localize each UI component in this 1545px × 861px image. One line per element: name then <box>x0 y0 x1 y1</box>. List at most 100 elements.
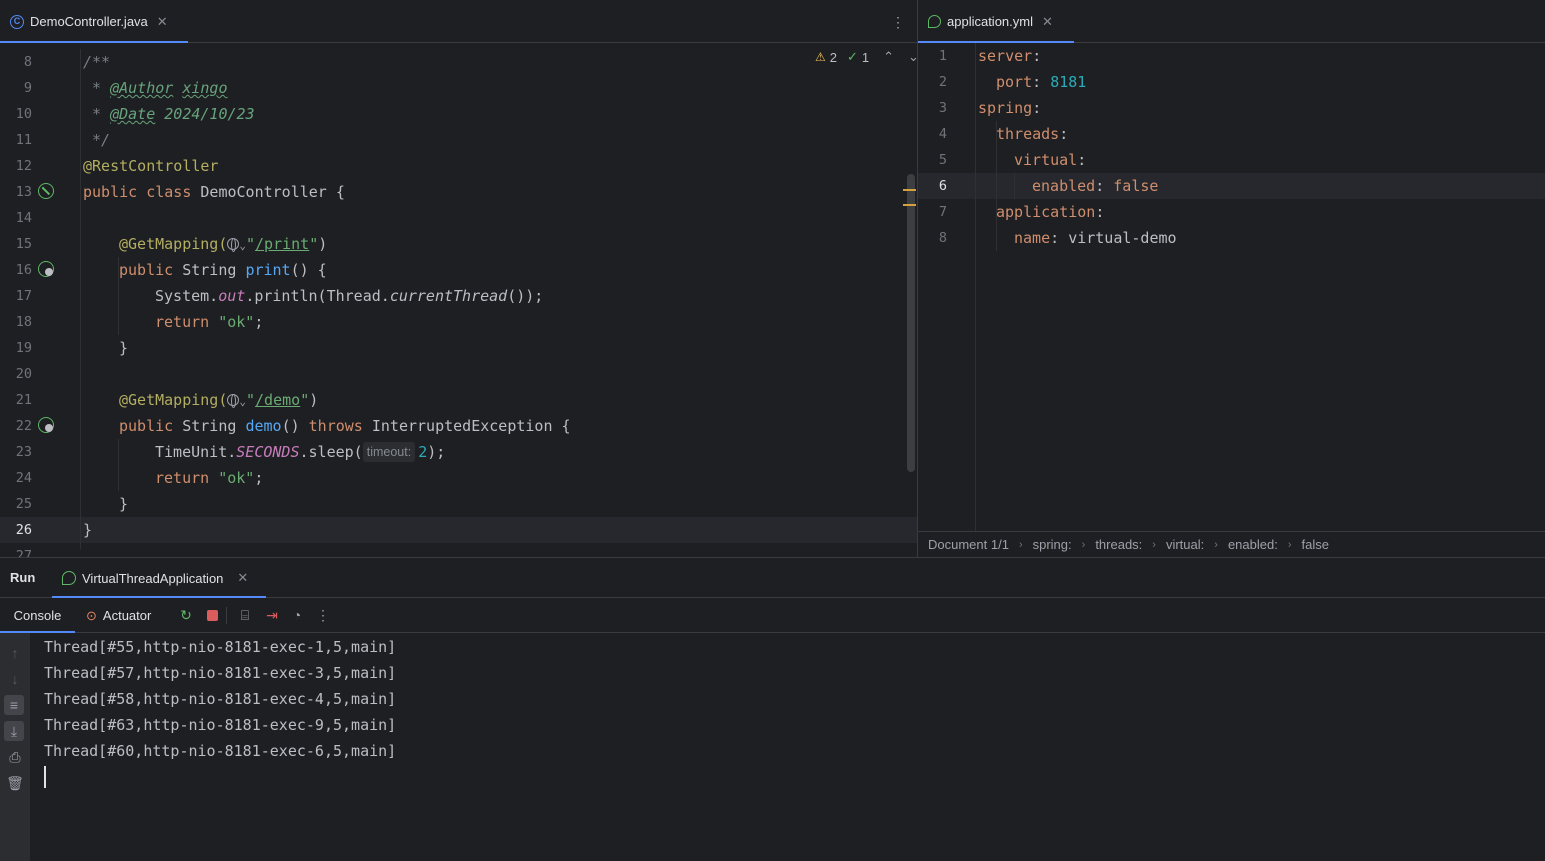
url-path[interactable]: /demo <box>255 391 300 409</box>
line-number[interactable]: 15 <box>0 231 32 257</box>
url-path[interactable]: /print <box>255 235 309 253</box>
line-number[interactable]: 21 <box>0 387 32 413</box>
yaml-value: 8181 <box>1050 73 1087 91</box>
line-number[interactable]: 4 <box>918 121 947 147</box>
line-number[interactable]: 3 <box>918 95 947 121</box>
line-number[interactable]: 12 <box>0 153 32 179</box>
yaml-line[interactable]: server: <box>978 43 1041 69</box>
speedometer-icon[interactable]: ◔ <box>287 605 307 625</box>
breadcrumb-item[interactable]: Document 1/1 <box>928 537 1009 552</box>
line-number[interactable]: 13 <box>0 179 32 205</box>
yaml-line[interactable]: application: <box>996 199 1104 225</box>
line-number[interactable]: 22 <box>0 413 32 439</box>
soft-wrap-icon[interactable]: ≡ <box>4 695 24 715</box>
scroll-to-end-icon[interactable]: ⤓ <box>4 721 24 741</box>
tab-application-yml[interactable]: application.yml ✕ <box>918 0 1074 43</box>
tab-democontroller[interactable]: C DemoController.java ✕ <box>0 0 188 43</box>
line-number[interactable]: 18 <box>0 309 32 335</box>
exit-icon[interactable]: ⇥ <box>262 605 282 625</box>
code-line-10[interactable]: * @Date 2024/10/23 <box>83 101 255 127</box>
code-line-24[interactable]: return "ok"; <box>155 465 263 491</box>
print-icon[interactable]: ⎙ <box>5 747 25 767</box>
yaml-line[interactable]: virtual: <box>1014 147 1086 173</box>
breadcrumb-item[interactable]: enabled: <box>1228 537 1278 552</box>
line-number[interactable]: 9 <box>0 75 32 101</box>
globe-icon[interactable] <box>227 394 240 408</box>
camera-icon[interactable]: ⌸ <box>235 605 255 625</box>
line-number[interactable]: 2 <box>918 69 947 95</box>
line-number[interactable]: 7 <box>918 199 947 225</box>
java-editor[interactable]: C DemoController.java ✕ ⋮ ⚠ 2 ✓ 1 ⌃ ⌄ 89… <box>0 0 917 557</box>
request-mapping-icon[interactable] <box>38 417 54 433</box>
spring-bean-icon[interactable] <box>38 183 54 199</box>
code-line-16[interactable]: public String print() { <box>119 257 327 283</box>
line-number[interactable]: 14 <box>0 205 32 231</box>
code-line-13[interactable]: public class DemoController { <box>83 179 345 205</box>
spring-config-icon <box>928 15 941 28</box>
code-line-23[interactable]: TimeUnit.SECONDS.sleep(timeout: 2); <box>155 439 445 465</box>
code-line-21[interactable]: @GetMapping(⌄"/demo") <box>119 387 318 413</box>
line-number[interactable]: 17 <box>0 283 32 309</box>
arrow-down-icon[interactable]: ↓ <box>5 669 25 689</box>
line-number[interactable]: 8 <box>0 49 32 75</box>
method-name: print <box>245 261 291 279</box>
yaml-line[interactable]: port: 8181 <box>996 69 1086 95</box>
code-line-12[interactable]: @RestController <box>83 153 218 179</box>
breadcrumb-item[interactable]: virtual: <box>1166 537 1204 552</box>
trash-icon[interactable]: 🗑 <box>5 773 25 793</box>
yaml-line[interactable]: enabled: false <box>1032 173 1158 199</box>
line-number[interactable]: 6 <box>918 173 947 199</box>
line-number[interactable]: 8 <box>918 225 947 251</box>
warning-marker[interactable] <box>903 189 916 191</box>
close-icon[interactable]: ✕ <box>157 14 168 30</box>
line-number[interactable]: 11 <box>0 127 32 153</box>
rerun-icon[interactable]: ↻ <box>176 605 196 625</box>
tab-actuator[interactable]: ⊙ Actuator <box>86 598 151 633</box>
warning-marker[interactable] <box>903 204 916 206</box>
yaml-line[interactable]: threads: <box>996 121 1068 147</box>
breadcrumb-item[interactable]: threads: <box>1095 537 1142 552</box>
code-line-25[interactable]: } <box>119 491 128 517</box>
line-number[interactable]: 20 <box>0 361 32 387</box>
code-line-9[interactable]: * @Author xingo <box>83 75 227 101</box>
line-number[interactable]: 26 <box>0 517 32 543</box>
close-icon[interactable]: ✕ <box>1042 14 1053 30</box>
chevron-up-icon[interactable]: ⌃ <box>883 49 894 65</box>
request-mapping-icon[interactable] <box>38 261 54 277</box>
line-number[interactable]: 5 <box>918 147 947 173</box>
line-number[interactable]: 23 <box>0 439 32 465</box>
yaml-line[interactable]: spring: <box>978 95 1041 121</box>
breadcrumb-item[interactable]: spring: <box>1033 537 1072 552</box>
line-number[interactable]: 19 <box>0 335 32 361</box>
breadcrumb-item[interactable]: false <box>1302 537 1329 552</box>
line-number[interactable]: 16 <box>0 257 32 283</box>
yaml-editor[interactable]: application.yml ✕ 1 server: 2 port: 8181 3 sp… <box>918 0 1545 557</box>
tab-run-config[interactable]: VirtualThreadApplication ✕ <box>52 558 266 598</box>
code-line-17[interactable]: System.out.println(Thread.currentThread(… <box>155 283 543 309</box>
stop-icon[interactable] <box>202 605 222 625</box>
code-line-18[interactable]: return "ok"; <box>155 309 263 335</box>
code-line-22[interactable]: public String demo() throws InterruptedE… <box>119 413 571 439</box>
line-number[interactable]: 27 <box>0 543 32 557</box>
console-output[interactable]: Thread[#55,http-nio-8181-exec-1,5,main] T… <box>30 633 1545 861</box>
line-number[interactable]: 10 <box>0 101 32 127</box>
close-icon[interactable]: ✕ <box>237 570 248 586</box>
code-line-26[interactable]: } <box>83 517 92 543</box>
tab-console[interactable]: Console <box>0 598 75 633</box>
more-options-icon[interactable]: ⋮ <box>313 605 333 625</box>
line-number[interactable]: 24 <box>0 465 32 491</box>
code-line-8[interactable]: /** <box>83 49 110 75</box>
inspection-widget[interactable]: ⚠ 2 ✓ 1 ⌃ ⌄ <box>815 48 917 66</box>
more-options-icon[interactable]: ⋮ <box>888 12 908 32</box>
method-call: .sleep( <box>299 443 363 461</box>
line-number[interactable]: 1 <box>918 43 947 69</box>
arrow-up-icon[interactable]: ↑ <box>5 643 25 663</box>
code-line-11[interactable]: */ <box>83 127 110 153</box>
yaml-line[interactable]: name: virtual-demo <box>1014 225 1177 251</box>
line-number[interactable]: 25 <box>0 491 32 517</box>
globe-icon[interactable] <box>227 238 240 252</box>
code-line-15[interactable]: @GetMapping(⌄"/print") <box>119 231 327 257</box>
code-line-19[interactable]: } <box>119 335 128 361</box>
editor-scrollbar[interactable] <box>907 174 915 472</box>
chevron-down-icon[interactable]: ⌄ <box>908 49 917 65</box>
